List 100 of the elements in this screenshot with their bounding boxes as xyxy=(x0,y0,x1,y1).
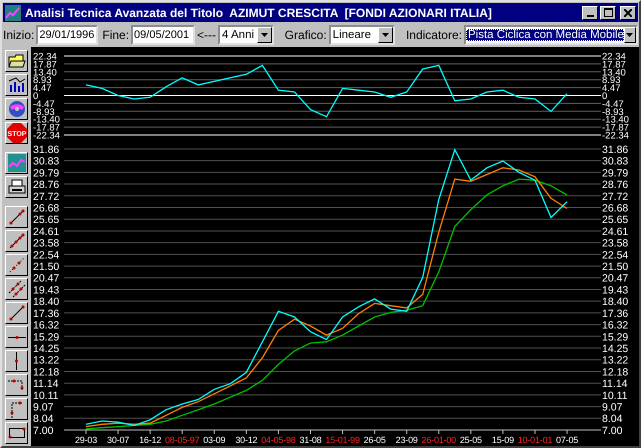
date-label: 30-12 xyxy=(235,434,258,445)
tool-button[interactable] xyxy=(5,176,28,198)
axis-label: 28.76 xyxy=(33,178,60,191)
date-label: 10-01-01 xyxy=(518,434,552,445)
axis-label: 19.43 xyxy=(602,284,628,296)
start-label: Inizio: xyxy=(3,28,34,42)
axis-label: 16.32 xyxy=(602,319,628,332)
axis-label: 13.22 xyxy=(602,354,628,366)
axis-label: 30.83 xyxy=(602,155,628,168)
axis-label: 24.61 xyxy=(602,226,628,238)
corner-line-icon xyxy=(8,379,26,391)
axis-label: 25.65 xyxy=(602,214,628,226)
line-chart-icon xyxy=(8,154,26,172)
chart-type-dropdown[interactable]: Lineare xyxy=(328,25,395,45)
dropdown-arrow-icon xyxy=(626,33,634,37)
tool-button[interactable] xyxy=(5,50,28,72)
axis-label: 17.36 xyxy=(602,308,628,320)
date-label: 07-05 xyxy=(556,434,578,445)
date-label: 15-01-99 xyxy=(325,434,360,445)
tool-button[interactable] xyxy=(5,422,28,444)
tool-button[interactable] xyxy=(5,206,28,228)
axis-label: 9.07 xyxy=(602,401,622,414)
end-date-field[interactable]: 09/05/2001 xyxy=(131,25,196,45)
date-label: 04-05-98 xyxy=(261,434,296,445)
indicator-label: Indicatore: xyxy=(406,28,462,42)
window-title: Analisi Tecnica Avanzata del Titolo AZIMUT CRESCITA [FONDI AZIONARI ITALIA] xyxy=(25,6,493,20)
tool-button[interactable] xyxy=(5,374,28,396)
tool-button[interactable] xyxy=(5,98,28,120)
axis-label: 20.47 xyxy=(602,272,628,284)
maximize-button[interactable] xyxy=(600,6,616,20)
axis-label: 14.25 xyxy=(33,342,60,355)
disc-icon xyxy=(8,100,26,118)
minimize-button[interactable] xyxy=(582,6,598,20)
axis-label: 15.29 xyxy=(602,331,628,344)
axis-label: 29.79 xyxy=(602,167,628,180)
vertical-line-icon xyxy=(14,352,19,370)
axis-label: 27.72 xyxy=(33,190,60,203)
tool-button[interactable] xyxy=(5,278,28,300)
tool-button[interactable] xyxy=(5,230,28,252)
axis-label: 21.50 xyxy=(33,260,60,273)
date-label: 16-12 xyxy=(139,434,162,445)
axis-label: 7.00 xyxy=(602,424,622,437)
date-label: 26-01-00 xyxy=(422,434,456,445)
axis-label: 18.40 xyxy=(602,296,628,308)
maximize-icon xyxy=(604,8,612,17)
axis-label: 14.25 xyxy=(602,342,628,355)
dotted-line-icon xyxy=(8,256,26,274)
axis-label: 27.72 xyxy=(602,190,628,203)
tool-button[interactable] xyxy=(5,254,28,276)
axis-label: 10.11 xyxy=(33,390,58,402)
axis-label: 13.22 xyxy=(33,354,60,366)
trend-line-icon xyxy=(8,208,26,226)
tool-button[interactable] xyxy=(5,326,28,348)
axis-label: 26.68 xyxy=(33,202,60,214)
corner-line-icon xyxy=(10,400,24,418)
axis-label: 22.54 xyxy=(602,249,628,262)
dropdown-arrow-icon xyxy=(260,33,268,37)
axis-label: 23.58 xyxy=(33,237,60,250)
axis-label: 23.58 xyxy=(602,237,628,250)
indicator-dropdown[interactable]: Pista Ciclica con Media Mobile xyxy=(464,25,638,45)
axis-label: 11.14 xyxy=(33,378,58,390)
close-button[interactable] xyxy=(620,6,636,20)
period-dropdown[interactable]: 4 Anni xyxy=(218,25,274,45)
tool-button[interactable] xyxy=(5,302,28,324)
date-label: 08-05-97 xyxy=(165,434,200,445)
tool-button[interactable] xyxy=(5,398,28,420)
axis-label: 15.29 xyxy=(33,331,60,344)
axis-label: 18.40 xyxy=(33,296,60,308)
axis-label: 11.14 xyxy=(602,378,628,390)
axis-label: 16.32 xyxy=(33,319,60,332)
axis-label: 10.11 xyxy=(602,390,628,402)
axis-label: 29.79 xyxy=(33,167,60,180)
folder-icon xyxy=(8,54,26,68)
axis-label: 26.68 xyxy=(602,202,628,214)
tool-button[interactable] xyxy=(5,74,28,96)
trend-line-icon xyxy=(8,232,26,250)
close-icon xyxy=(624,8,632,16)
start-date-field[interactable]: 29/01/1996 xyxy=(36,25,98,45)
axis-label: 12.18 xyxy=(33,366,60,378)
date-label: 25-05 xyxy=(460,434,482,445)
axis-label: -22.34 xyxy=(33,130,60,142)
parallel-lines-icon xyxy=(8,280,26,298)
date-label: 23-09 xyxy=(396,434,418,445)
horizontal-line-icon xyxy=(8,334,26,340)
date-label: 31-08 xyxy=(299,434,322,445)
axis-label: 30.83 xyxy=(33,155,60,168)
axis-label: 12.18 xyxy=(602,366,628,378)
axis-label: 0 xyxy=(602,91,608,102)
rectangle-icon xyxy=(8,426,26,440)
axis-label: 28.76 xyxy=(602,178,628,191)
tool-button[interactable] xyxy=(5,350,28,372)
end-label: Fine: xyxy=(102,28,130,42)
arrow-label: <--- xyxy=(197,28,216,42)
date-label: 30-07 xyxy=(107,434,130,445)
line-icon xyxy=(8,304,26,322)
tool-button[interactable] xyxy=(5,152,28,174)
date-label: 26-05 xyxy=(364,434,386,445)
axis-label: 24.61 xyxy=(33,226,60,238)
dropdown-arrow-icon xyxy=(382,33,389,37)
axis-label: 21.50 xyxy=(602,260,628,273)
